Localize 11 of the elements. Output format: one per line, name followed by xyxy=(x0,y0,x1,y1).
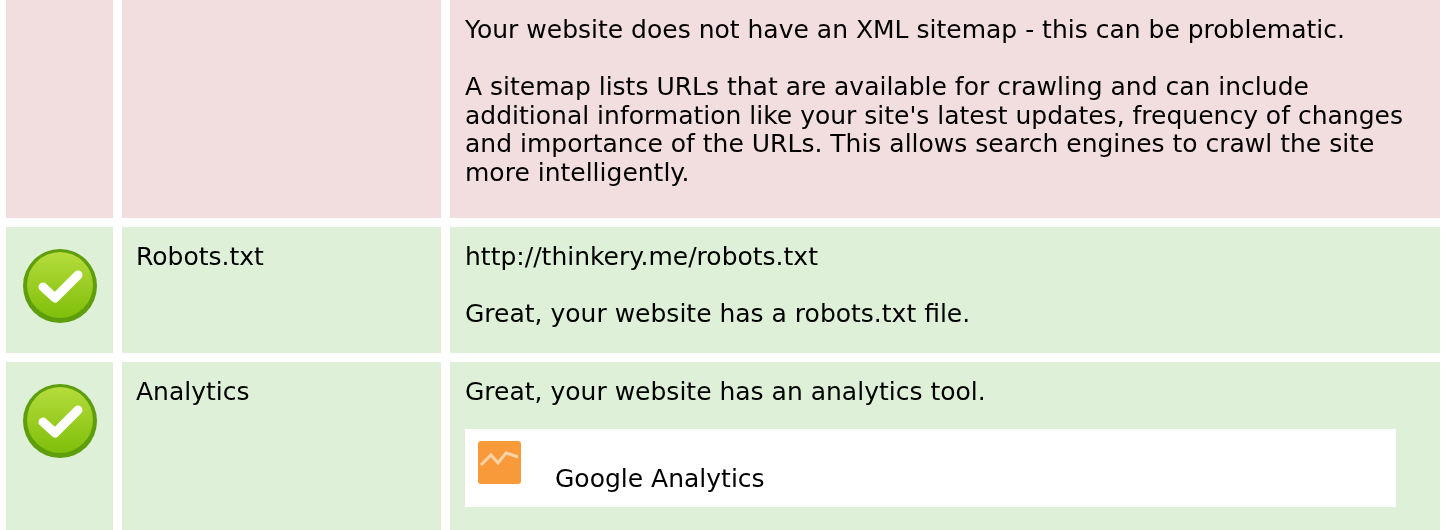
check-icon xyxy=(20,382,99,460)
result-text: Your website does not have an XML sitemap - this can be problematic. xyxy=(465,16,1346,45)
check-name: Robots.txt xyxy=(136,242,264,271)
result-text: Great, your website has an analytics tool. xyxy=(465,378,987,407)
check-icon xyxy=(20,247,99,325)
result-text: A sitemap lists URLs that are available for crawling and can include additional information like your site's latest updates, frequency of changes and importance of the URLs. This allows search engines to crawl the site more intelligently. xyxy=(465,73,1404,187)
check-name: Analytics xyxy=(136,377,250,406)
chart-icon xyxy=(478,441,521,484)
result-text: Great, your website has a robots.txt file. xyxy=(465,300,972,329)
tool-name: Google Analytics xyxy=(555,463,765,494)
result-text: http://thinkery.me/robots.txt xyxy=(465,243,819,272)
